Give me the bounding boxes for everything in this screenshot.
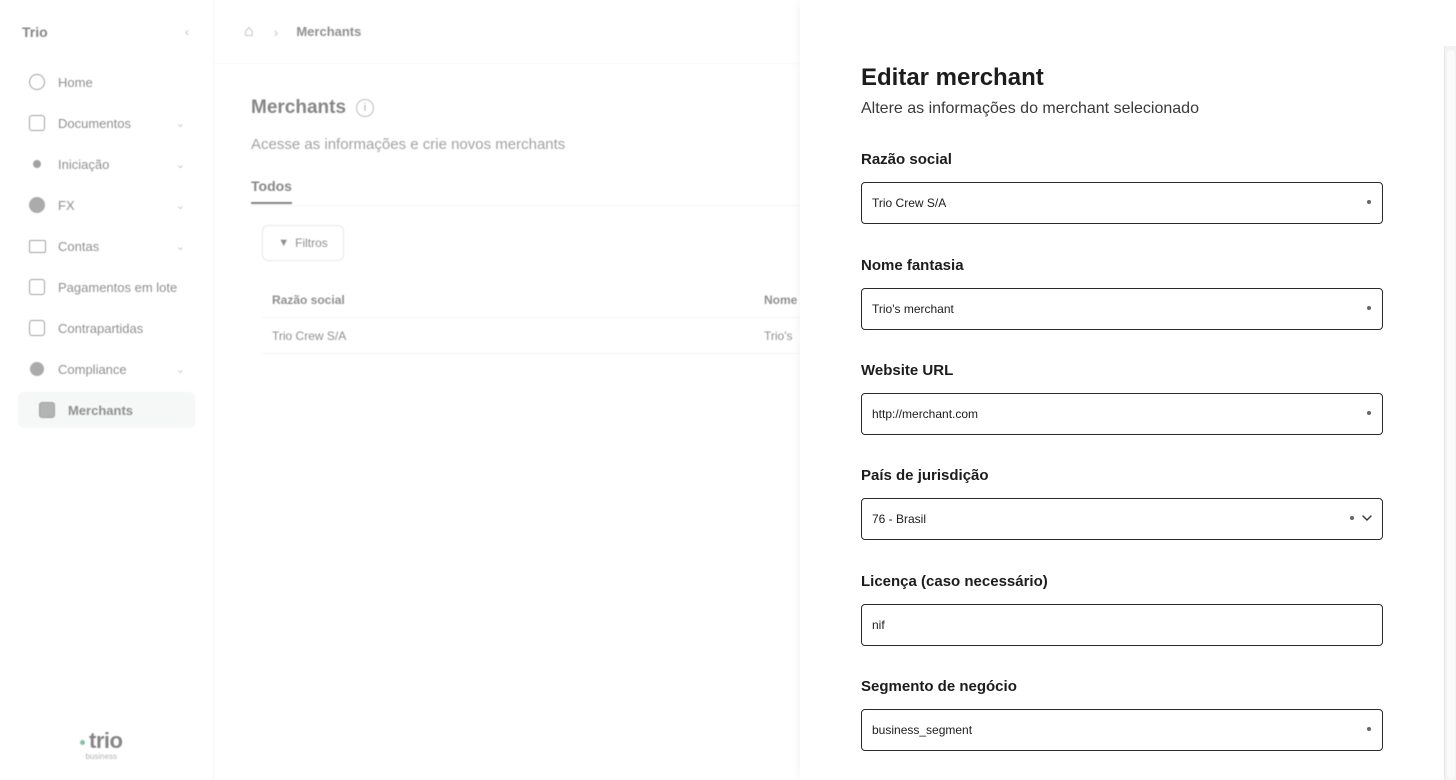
required-indicator-icon bbox=[1367, 306, 1371, 310]
razao-social-input[interactable] bbox=[872, 196, 1332, 210]
chevron-down-icon[interactable] bbox=[1360, 511, 1374, 525]
required-indicator-icon bbox=[1350, 516, 1354, 520]
required-indicator-icon bbox=[1367, 727, 1371, 731]
required-indicator-icon bbox=[1367, 411, 1371, 415]
edit-merchant-drawer: Editar merchant Altere as informações do… bbox=[800, 0, 1456, 780]
pais-jurisdicao-value: 76 - Brasil bbox=[872, 512, 927, 526]
licenca-field[interactable] bbox=[861, 604, 1383, 646]
website-url-label: Website URL bbox=[861, 362, 954, 379]
pais-jurisdicao-select[interactable]: 76 - Brasil bbox=[861, 498, 1383, 540]
website-url-field[interactable] bbox=[861, 393, 1383, 435]
segmento-negocio-field[interactable] bbox=[861, 709, 1383, 751]
required-indicator-icon bbox=[1367, 200, 1371, 204]
licenca-label: Licença (caso necessário) bbox=[861, 573, 1048, 590]
drawer-scrollbar[interactable] bbox=[1444, 46, 1456, 780]
segmento-negocio-label: Segmento de negócio bbox=[861, 678, 1017, 695]
website-url-input[interactable] bbox=[872, 407, 1332, 421]
nome-fantasia-input[interactable] bbox=[872, 302, 1332, 316]
nome-fantasia-field[interactable] bbox=[861, 288, 1383, 330]
segmento-negocio-input[interactable] bbox=[872, 723, 1332, 737]
scrollbar-thumb[interactable] bbox=[1447, 50, 1455, 780]
nome-fantasia-label: Nome fantasia bbox=[861, 257, 964, 274]
pais-jurisdicao-label: País de jurisdição bbox=[861, 467, 989, 484]
modal-overlay[interactable] bbox=[0, 0, 800, 780]
razao-social-field[interactable] bbox=[861, 182, 1383, 224]
licenca-input[interactable] bbox=[872, 618, 1332, 632]
drawer-subtitle: Altere as informações do merchant seleci… bbox=[861, 100, 1199, 117]
razao-social-label: Razão social bbox=[861, 151, 952, 168]
drawer-title: Editar merchant bbox=[861, 64, 1044, 91]
